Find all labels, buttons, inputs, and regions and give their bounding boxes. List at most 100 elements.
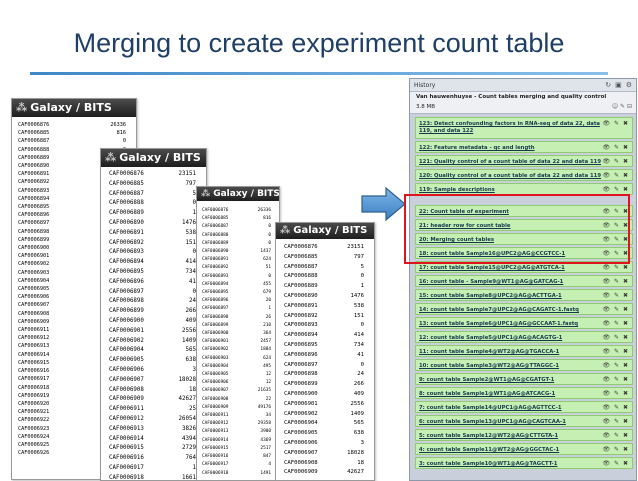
gene-id: CAF0006924 <box>18 433 50 440</box>
history-item[interactable]: 16: count table - Sample9@WT1@AG@GATCAG-… <box>415 275 633 287</box>
galaxy-window-2[interactable]: ⁂ Galaxy / BITS CAF0006876 23151 CAF0006885… <box>100 148 207 481</box>
dataset-controls-icon[interactable]: 👁 ✎ ✖ <box>603 158 630 165</box>
dataset-controls-icon[interactable]: 👁 ✎ ✖ <box>603 172 630 179</box>
table-row: CAF0006916 847 <box>202 453 271 461</box>
count-value: 455 <box>263 281 271 287</box>
history-item-title[interactable]: 9: count table Sample2@WT1@AG@CGATGT-1 <box>419 377 554 383</box>
history-item[interactable]: 12: count table Sample5@UPC1@AG@ACAGTG-1… <box>415 331 633 343</box>
dataset-controls-icon[interactable]: 👁 ✎ ✖ <box>603 292 630 299</box>
history-panel[interactable]: History ↻ ▣ ⚙ Van hauwenhuyse - Count ta… <box>409 78 637 481</box>
history-item-title[interactable]: 122: Feature metadata - qc and length <box>419 145 535 151</box>
history-item-title[interactable]: 12: count table Sample5@UPC1@AG@ACAGTG-1 <box>419 335 562 341</box>
history-item[interactable]: 6: count table Sample13@UPC1@AG@CAGTCAA-… <box>415 415 633 427</box>
history-item[interactable]: 122: Feature metadata - qc and length 👁 ✎… <box>415 141 633 153</box>
history-item[interactable]: 7: count table Sample14@UPC1@AG@AGTTCC-1… <box>415 401 633 413</box>
count-value: 0 <box>122 138 126 145</box>
history-item-title[interactable]: 4: count table Sample11@WT2@AG@GGCTAC-1 <box>419 447 559 453</box>
dataset-controls-icon[interactable]: 👁 ✎ ✖ <box>603 376 630 383</box>
history-item[interactable]: 4: count table Sample11@WT2@AG@GGCTAC-1 👁… <box>415 443 633 455</box>
dataset-controls-icon[interactable]: 👁 ✎ ✖ <box>603 278 630 285</box>
history-item-title[interactable]: 15: count table Sample8@UPC2@AG@ACTTGA-1 <box>419 293 562 299</box>
history-item-title[interactable]: 14: count table Sample7@UPC2@AG@CAGATC-1… <box>419 307 579 313</box>
history-item[interactable]: 14: count table Sample7@UPC2@AG@CAGATC-1… <box>415 303 633 315</box>
history-item[interactable]: 13: count table Sample6@UPC1@AG@GCCAAT-1… <box>415 317 633 329</box>
dataset-controls-icon[interactable]: 👁 ✎ ✖ <box>603 404 630 411</box>
gene-id: CAF0006893 <box>202 273 229 279</box>
history-item-title[interactable]: 123: Detect confounding factors in RNA-s… <box>419 121 600 134</box>
galaxy-window-3[interactable]: ⁂ Galaxy / BITS CAF0006876 26336 CAF0006885… <box>196 186 280 481</box>
galaxy-window-4[interactable]: ⁂ Galaxy / BITS CAF0006876 23151 CAF0006885… <box>275 222 375 481</box>
gene-id: CAF0006889 <box>284 283 318 290</box>
gene-id: CAF0006900 <box>18 245 50 252</box>
gene-id: CAF0006892 <box>284 312 318 319</box>
history-item-title[interactable]: 13: count table Sample6@UPC1@AG@GCCAAT-1… <box>419 321 578 327</box>
slide-title: Merging to create experiment count table <box>73 28 565 58</box>
dataset-controls-icon[interactable]: 👁 ✎ ✖ <box>603 432 630 439</box>
dataset-controls-icon[interactable]: 👁 ✎ ✖ <box>603 120 630 127</box>
dataset-controls-icon[interactable]: 👁 ✎ ✖ <box>603 306 630 313</box>
history-item[interactable]: 15: count table Sample8@UPC2@AG@ACTTGA-1… <box>415 289 633 301</box>
history-item[interactable]: 9: count table Sample2@WT1@AG@CGATGT-1 👁 … <box>415 373 633 385</box>
history-item-title[interactable]: 11: count table Sample4@WT2@AG@TGACCA-1 <box>419 349 559 355</box>
history-item-title[interactable]: 16: count table - Sample9@WT1@AG@GATCAG-… <box>419 279 563 285</box>
history-item-title[interactable]: 8: count table Sample1@WT1@AG@ATCACG-1 <box>419 391 555 397</box>
gene-id: CAF0006903 <box>202 355 229 361</box>
table-row: CAF0006896 41 <box>109 278 196 288</box>
history-item[interactable]: 8: count table Sample1@WT1@AG@ATCACG-1 👁 … <box>415 387 633 399</box>
dataset-controls-icon[interactable]: 👁 ✎ ✖ <box>603 320 630 327</box>
dataset-controls-icon[interactable]: 👁 ✎ ✖ <box>603 362 630 369</box>
dataset-controls-icon[interactable]: 👁 ✎ ✖ <box>603 186 630 193</box>
history-item-title[interactable]: 119: Sample descriptions <box>419 187 495 193</box>
count-value: 2517 <box>260 445 271 451</box>
count-value: 797 <box>353 253 364 260</box>
dataset-controls-icon[interactable]: 👁 ✎ ✖ <box>603 446 630 453</box>
history-item[interactable]: 5: count table Sample12@WT2@AG@CTTGTA-1 👁… <box>415 429 633 441</box>
tag-icon[interactable]: ✎ <box>620 103 625 110</box>
history-item[interactable]: 121: Quality control of a count table of… <box>415 155 633 167</box>
gear-icon[interactable]: ⚙ <box>626 81 632 89</box>
history-name[interactable]: Van hauwenhuyse - Count tables merging a… <box>416 94 632 100</box>
history-item-title[interactable]: 6: count table Sample13@UPC1@AG@CAGTCAA-… <box>419 419 566 425</box>
gene-id: CAF0006887 <box>18 138 50 145</box>
table-row: CAF0006907 18028 <box>284 449 364 459</box>
history-item-title[interactable]: 121: Quality control of a count table of… <box>419 159 601 165</box>
history-item-title[interactable]: 17: count table Sample15@UPC2@AG@ATGTCA-… <box>419 265 565 271</box>
dataset-controls-icon[interactable]: 👁 ✎ ✖ <box>603 348 630 355</box>
galaxy-header: ⁂ Galaxy / BITS <box>276 223 374 239</box>
table-row: CAF0006896 41 <box>284 351 364 361</box>
dataset-controls-icon[interactable]: 👁 ✎ ✖ <box>603 264 630 271</box>
user-icon[interactable]: ☺ <box>612 103 618 110</box>
gene-id: CAF0006917 <box>202 462 229 468</box>
gene-id: CAF0006907 <box>18 302 50 309</box>
history-item[interactable]: 123: Detect confounding factors in RNA-s… <box>415 117 633 139</box>
count-value: 797 <box>185 180 196 187</box>
history-item-title[interactable]: 7: count table Sample14@UPC1@AG@AGTTCC-1 <box>419 405 562 411</box>
dataset-controls-icon[interactable]: 👁 ✎ ✖ <box>603 390 630 397</box>
history-item[interactable]: 3: count table Sample10@WT1@AG@TAGCTT-1 👁… <box>415 457 633 469</box>
galaxy-title: Galaxy / BITS <box>213 189 279 199</box>
dataset-controls-icon[interactable]: 👁 ✎ ✖ <box>603 334 630 341</box>
annotation-icon[interactable]: ⊟ <box>627 103 632 110</box>
table-row: CAF0006885 797 <box>109 180 196 190</box>
galaxy-title: Galaxy / BITS <box>30 101 112 114</box>
dataset-controls-icon[interactable]: 👁 ✎ ✖ <box>603 144 630 151</box>
history-item[interactable]: 10: count table Sample3@WT2@AG@TTAGGC-1 👁… <box>415 359 633 371</box>
history-item-title[interactable]: 10: count table Sample3@WT2@AG@TTAGGC-1 <box>419 363 559 369</box>
history-item-title[interactable]: 120: Quality control of a count table of… <box>419 173 601 179</box>
history-item[interactable]: 11: count table Sample4@WT2@AG@TGACCA-1 👁… <box>415 345 633 357</box>
panel-icon[interactable]: ▣ <box>615 81 622 89</box>
galaxy-logo-icon: ⁂ <box>105 151 117 164</box>
count-value: 26336 <box>257 208 271 213</box>
history-item[interactable]: 120: Quality control of a count table of… <box>415 169 633 181</box>
highlight-box <box>404 194 630 264</box>
history-item-title[interactable]: 5: count table Sample12@WT2@AG@CTTGTA-1 <box>419 433 558 439</box>
history-item-title[interactable]: 3: count table Sample10@WT1@AG@TAGCTT-1 <box>419 461 557 467</box>
dataset-controls-icon[interactable]: 👁 ✎ ✖ <box>603 418 630 425</box>
gene-id: CAF0006887 <box>202 224 229 230</box>
refresh-icon[interactable]: ↻ <box>605 81 611 89</box>
table-row: CAF0006902 1884 <box>202 346 271 354</box>
gene-id: CAF0006901 <box>109 327 144 334</box>
count-value: 1491 <box>260 470 271 476</box>
dataset-controls-icon[interactable]: 👁 ✎ ✖ <box>603 460 630 467</box>
gene-id: CAF0006891 <box>109 229 144 236</box>
